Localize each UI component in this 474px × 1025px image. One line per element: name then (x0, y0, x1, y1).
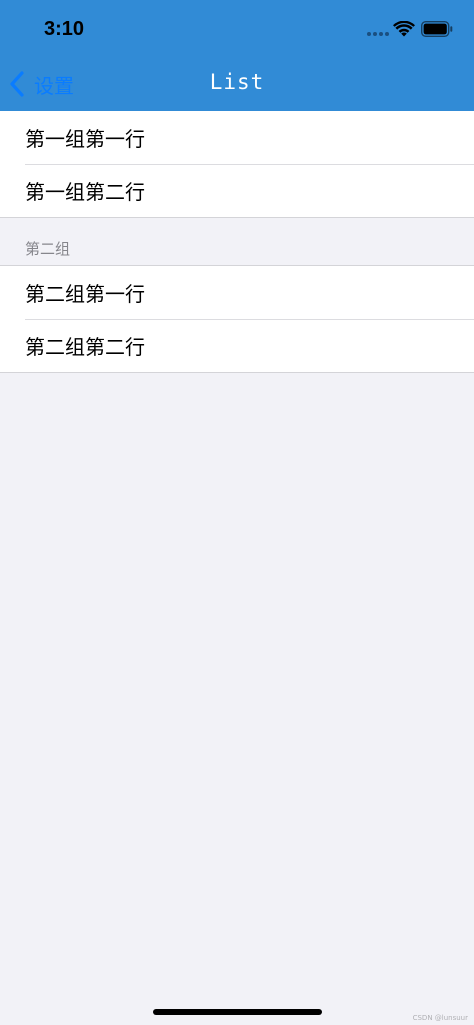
header-bar: 3:10 设置 List (0, 0, 474, 111)
table-section-2: 第二组第一行 第二组第二行 (0, 265, 474, 373)
status-time: 3:10 (44, 18, 85, 40)
row-label: 第二组第一行 (25, 282, 145, 306)
watermark: CSDN @lunsuur (412, 1014, 468, 1022)
home-indicator[interactable] (153, 1009, 322, 1015)
table-row[interactable]: 第一组第一行 (0, 111, 474, 164)
table-row[interactable]: 第一组第二行 (0, 164, 474, 217)
wifi-icon (393, 21, 415, 37)
signal-dots-icon (367, 32, 389, 36)
row-label: 第一组第一行 (25, 127, 145, 151)
table-row[interactable]: 第二组第二行 (0, 319, 474, 372)
battery-icon (421, 21, 453, 37)
nav-title: List (209, 70, 265, 94)
row-label: 第一组第二行 (25, 180, 145, 204)
table-row[interactable]: 第二组第一行 (0, 266, 474, 319)
section-header: 第二组 (25, 240, 71, 258)
row-label: 第二组第二行 (25, 335, 145, 359)
table-section-1: 第一组第一行 第一组第二行 (0, 111, 474, 218)
screen: 3:10 设置 List 第一组第一行 第一组第二行 第二组 第二组第一行 第二… (0, 0, 474, 1025)
